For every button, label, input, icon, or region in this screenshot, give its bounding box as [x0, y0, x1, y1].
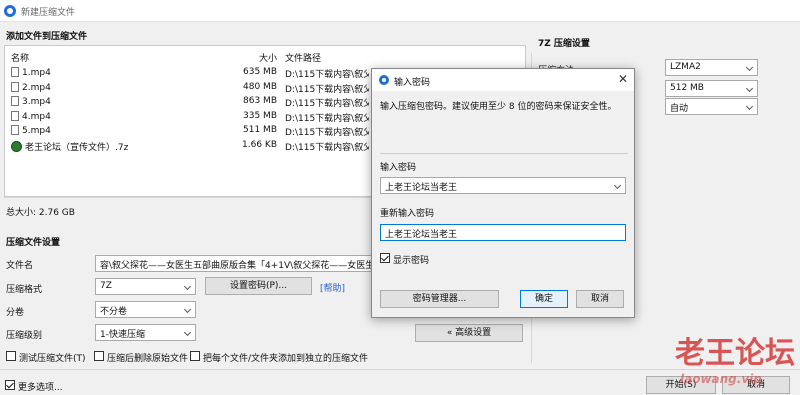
- file-name-text: 老王论坛（宣传文件）.7z: [25, 142, 129, 153]
- password-label: 输入密码: [380, 163, 417, 173]
- file-name: 5.mp4: [11, 125, 51, 136]
- file-icon: [11, 110, 19, 121]
- ok-button[interactable]: 确定: [520, 290, 568, 308]
- add-files-title: 添加文件到压缩文件: [6, 32, 88, 42]
- show-password-label: 显示密码: [393, 256, 430, 266]
- file-name-text: 3.mp4: [22, 97, 51, 107]
- file-name-text: 2.mp4: [22, 82, 51, 93]
- password-dialog: 输入密码 ✕ 输入压缩包密码。建议使用至少 8 位的密码来保证安全性。 输入密码…: [371, 68, 635, 318]
- filename-input[interactable]: 容\叙父探花——女医生五部曲原版合集「4+1V\叙父探花——女医生五部曲: [95, 255, 375, 272]
- close-icon[interactable]: ✕: [618, 72, 628, 86]
- format-select[interactable]: 7Z: [95, 278, 196, 295]
- file-name-text: 5.mp4: [22, 126, 51, 136]
- method-select[interactable]: LZMA2: [665, 59, 758, 76]
- file-name: 2.mp4: [11, 81, 51, 93]
- confirm-password-label: 重新输入密码: [380, 209, 435, 219]
- file-icon: [11, 125, 19, 135]
- total-size: 总大小: 2.76 GB: [6, 208, 75, 218]
- show-password-checkbox[interactable]: [380, 253, 390, 263]
- file-size: 511 MB: [243, 125, 277, 135]
- column-name[interactable]: 名称: [11, 51, 29, 64]
- column-path[interactable]: 文件路径: [285, 51, 321, 64]
- test-archive-checkbox[interactable]: [6, 351, 16, 361]
- title-bar: 新建压缩文件: [0, 0, 800, 22]
- file-name: 4.mp4: [11, 110, 51, 122]
- confirm-password-input[interactable]: 上老王论坛当老王: [380, 224, 626, 241]
- dialog-title: 输入密码: [394, 78, 431, 88]
- file-name: 1.mp4: [11, 67, 51, 78]
- separate-archives-checkbox[interactable]: [190, 351, 200, 361]
- dialog-divider: [380, 153, 628, 154]
- file-icon: [11, 81, 19, 92]
- more-options-checkbox[interactable]: [5, 380, 15, 390]
- password-manager-button[interactable]: 密码管理器...: [380, 290, 499, 308]
- dictionary-select[interactable]: 512 MB: [665, 80, 758, 97]
- file-path: D:\115下载内容\叙父探花——: [285, 113, 369, 124]
- file-path: D:\115下载内容\叙父探花——: [285, 142, 369, 153]
- window-title: 新建压缩文件: [21, 8, 76, 18]
- globe-icon: [11, 140, 22, 152]
- file-path: D:\115下载内容\叙父探花——: [285, 99, 369, 109]
- file-icon: [11, 96, 19, 106]
- file-size: 635 MB: [243, 67, 277, 77]
- help-link[interactable]: [帮助]: [320, 281, 345, 294]
- file-size: 863 MB: [243, 96, 277, 106]
- dialog-title-bar: 输入密码 ✕: [372, 69, 634, 91]
- file-name: 老王论坛（宣传文件）.7z: [11, 140, 128, 153]
- column-size[interactable]: 大小: [255, 51, 277, 64]
- app-logo-icon: [4, 5, 16, 17]
- watermark-url: laowang.vip: [680, 372, 762, 386]
- file-size: 1.66 KB: [242, 139, 277, 150]
- dialog-cancel-button[interactable]: 取消: [576, 290, 624, 308]
- file-path: D:\115下载内容\叙父探花——: [285, 70, 369, 80]
- test-archive-label: 测试压缩文件(T): [19, 354, 86, 364]
- advanced-settings-button[interactable]: « 高级设置: [415, 324, 523, 342]
- level-label: 压缩级别: [6, 331, 43, 341]
- file-name: 3.mp4: [11, 96, 51, 107]
- file-name-text: 4.mp4: [22, 111, 51, 122]
- watermark-logo: 老王论坛: [675, 336, 795, 371]
- sevenz-settings-title: 7Z 压缩设置: [538, 39, 590, 49]
- dialog-description: 输入压缩包密码。建议使用至少 8 位的密码来保证安全性。: [380, 102, 617, 112]
- file-size: 335 MB: [243, 110, 277, 121]
- password-input[interactable]: 上老王论坛当老王: [380, 177, 626, 194]
- file-icon: [11, 67, 19, 77]
- more-options-label: 更多选项...: [18, 383, 63, 393]
- file-path: D:\115下载内容\叙父探花——: [285, 84, 369, 95]
- level-select[interactable]: 1-快速压缩: [95, 324, 196, 341]
- split-select[interactable]: 不分卷: [95, 301, 196, 318]
- settings-title: 压缩文件设置: [6, 238, 61, 248]
- set-password-button[interactable]: 设置密码(P)...: [205, 277, 312, 295]
- file-list-header: 名称 大小 文件路径: [5, 50, 525, 64]
- format-label: 压缩格式: [6, 285, 43, 295]
- separate-archives-label: 把每个文件/文件夹添加到独立的压缩文件: [203, 354, 369, 364]
- file-size: 480 MB: [243, 81, 277, 92]
- filename-label: 文件名: [6, 261, 34, 271]
- dialog-app-icon: [379, 75, 389, 85]
- delete-after-checkbox[interactable]: [94, 351, 104, 361]
- threads-select[interactable]: 自动: [665, 98, 758, 115]
- file-path: D:\115下载内容\叙父探花——: [285, 128, 369, 138]
- file-name-text: 1.mp4: [22, 68, 51, 78]
- split-label: 分卷: [6, 308, 25, 318]
- delete-after-label: 压缩后删除原始文件: [107, 354, 189, 364]
